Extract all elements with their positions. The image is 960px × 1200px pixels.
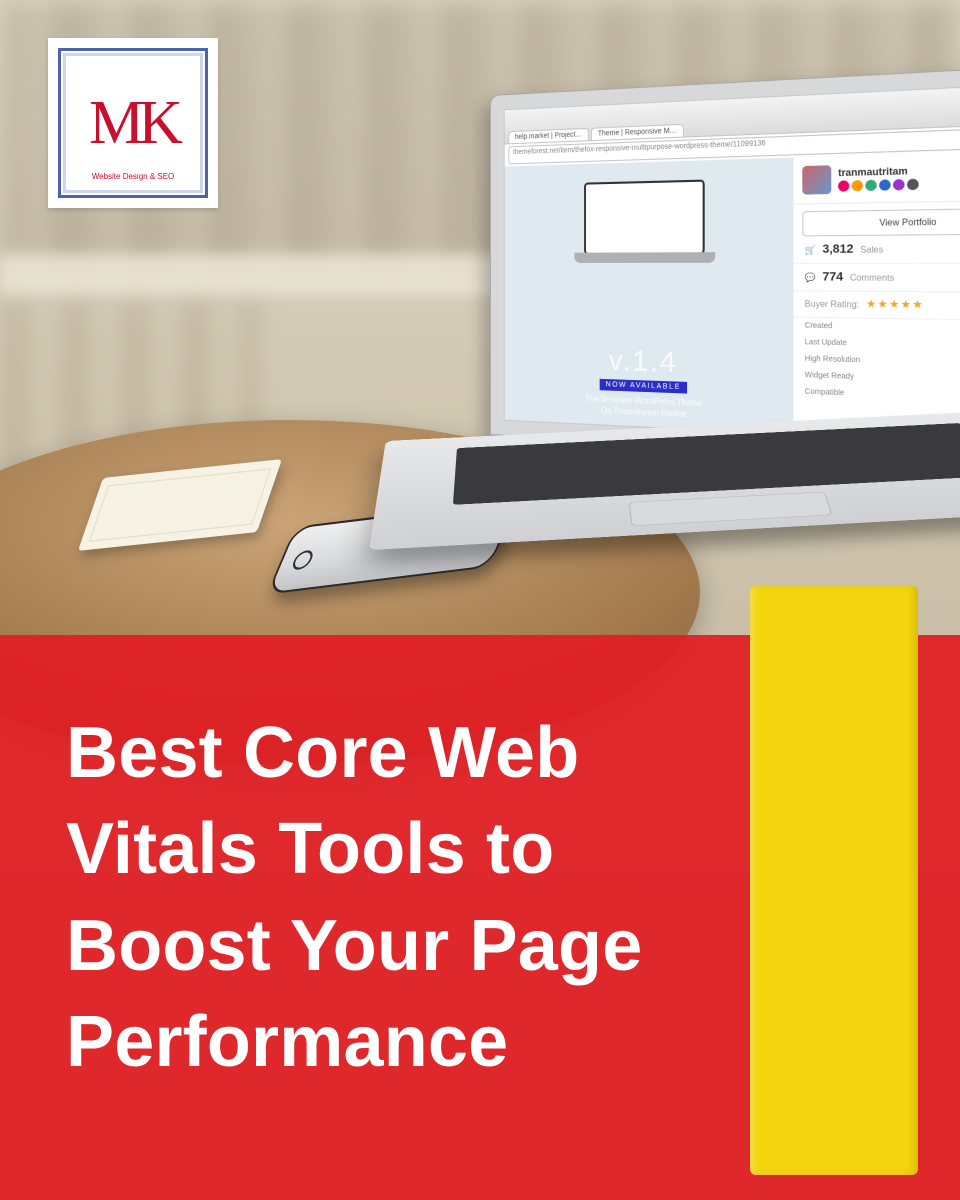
hero-tagline-2: On Themeforest Market bbox=[601, 405, 686, 420]
page-hero: v.1.4 NOW AVAILABLE The Smartest WordPre… bbox=[505, 158, 794, 434]
star-icon: ★★★★★ bbox=[866, 299, 924, 312]
view-portfolio-button: View Portfolio bbox=[803, 208, 960, 237]
laptop-keyboard bbox=[369, 410, 960, 551]
stat-rating: Buyer Rating: ★★★★★ bbox=[794, 291, 960, 321]
headline: Best Core Web Vitals Tools to Boost Your… bbox=[66, 705, 746, 1091]
author-name: tranmautritam bbox=[838, 165, 919, 178]
brand-logo: MK Website Design & SEO bbox=[48, 38, 218, 208]
logo-letters: MK bbox=[89, 88, 177, 159]
browser-tab: Theme | Responsive M… bbox=[591, 124, 684, 140]
avatar bbox=[803, 165, 832, 194]
hero-badge: NOW AVAILABLE bbox=[600, 379, 687, 394]
comment-icon: 💬 bbox=[805, 272, 816, 282]
laptop-screen: help.market | Project… Theme | Responsiv… bbox=[490, 65, 960, 466]
accent-block bbox=[750, 585, 918, 1175]
cart-icon: 🛒 bbox=[805, 245, 816, 255]
stat-sales: 🛒 3,812 Sales bbox=[794, 235, 960, 264]
author-badges bbox=[838, 179, 919, 192]
page-sidebar: tranmautritam bbox=[794, 150, 960, 445]
browser-tab: help.market | Project… bbox=[508, 128, 589, 143]
hero-mockup-icon bbox=[584, 180, 705, 255]
hero-version: v.1.4 bbox=[609, 344, 678, 380]
stat-comments: 💬 774 Comments bbox=[794, 264, 960, 293]
laptop: help.market | Project… Theme | Responsiv… bbox=[430, 95, 960, 615]
logo-subtitle: Website Design & SEO bbox=[61, 172, 205, 181]
